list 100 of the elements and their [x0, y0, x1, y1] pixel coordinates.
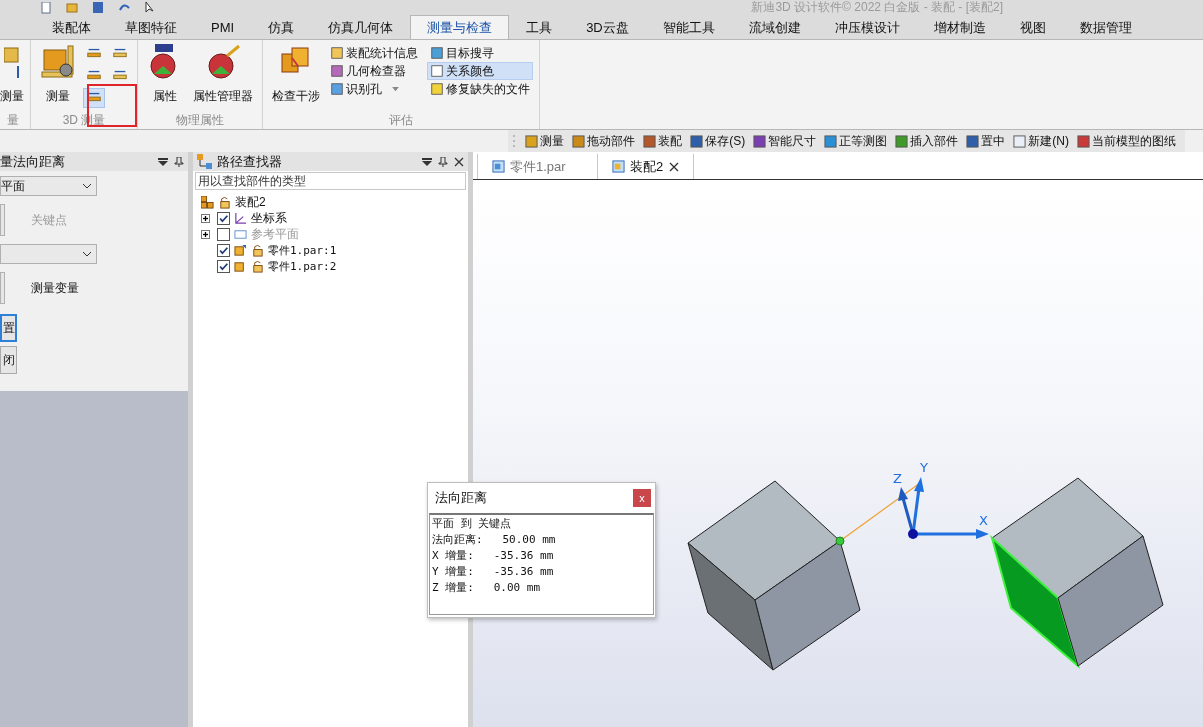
plane-icon [234, 227, 247, 241]
result-line: Z 增量: 0.00 mm [432, 580, 542, 596]
ribbon-tab[interactable]: 装配体 [35, 15, 108, 39]
close-icon[interactable] [669, 161, 679, 172]
sphere-icon [205, 44, 241, 80]
toolbar-button[interactable]: 正等测图 [821, 132, 891, 150]
properties-button[interactable]: 属性管理器 [190, 44, 256, 112]
toolbar-button[interactable]: 插入部件 [892, 132, 962, 150]
toolbar-button[interactable]: 测量 [522, 132, 568, 150]
interference-check-button[interactable]: 检查干涉 [269, 44, 323, 112]
measure-button[interactable]: 测量 [0, 44, 24, 112]
ribbon-tab[interactable]: 仿真 [251, 15, 312, 39]
panel-title: 路径查找器 [217, 152, 282, 171]
group-label: 评估 [388, 112, 414, 129]
ribbon-tab[interactable]: 冲压模设计 [817, 15, 917, 39]
ribbon-tab[interactable]: 流域创建 [731, 15, 818, 39]
ribbon-tab[interactable]: 增材制造 [916, 15, 1003, 39]
toolbar-button[interactable]: 置中 [963, 132, 1009, 150]
dialog-title: 法向距离 [435, 489, 487, 507]
visibility-checkbox[interactable] [217, 211, 230, 225]
ribbon-tab[interactable]: 工具 [509, 15, 570, 39]
document-tab[interactable]: 装配2 [597, 154, 694, 179]
toolbar-button[interactable]: 当前模型的图纸 [1074, 132, 1179, 150]
axes-icon [234, 211, 247, 225]
close-icon[interactable] [454, 156, 464, 167]
ribbon-tab[interactable]: 智能工具 [645, 15, 732, 39]
document-icon [612, 160, 625, 173]
tool-icon [1077, 134, 1090, 148]
tool-icon [643, 134, 657, 148]
visibility-checkbox[interactable] [217, 259, 230, 273]
ribbon-tab[interactable]: 3D云盘 [569, 15, 646, 39]
tree-item[interactable]: 零件1.par:1 [268, 242, 337, 258]
keypoint-marker [835, 536, 845, 546]
tool-icon [330, 46, 344, 60]
cube-ruler-icon [40, 44, 76, 80]
expand-icon[interactable] [201, 213, 210, 223]
result-line: 法向距离: 50.00 mm [432, 532, 557, 548]
tree-icon [197, 153, 213, 170]
tool-icon [572, 134, 586, 148]
pointer-icon[interactable] [144, 1, 156, 14]
tree-item[interactable]: 坐标系 [251, 209, 287, 227]
ribbon-tab[interactable]: PMI [194, 15, 252, 39]
ribbon-tab[interactable]: 草图特征 [108, 15, 194, 39]
toolbar-button[interactable]: 装配 [640, 132, 686, 150]
tool-icon [824, 134, 838, 148]
save-icon[interactable] [92, 1, 104, 14]
axis-label: Z [893, 471, 902, 486]
pin-icon[interactable] [438, 156, 448, 167]
search-field[interactable]: 用以查找部件的类型 [195, 172, 466, 190]
properties-button[interactable]: 属性 [144, 44, 186, 112]
axis-label: X [979, 513, 988, 528]
tool-icon [1013, 134, 1027, 148]
measure-tool-button[interactable] [83, 88, 105, 108]
panel-title: 量法向距离 [0, 152, 65, 171]
pin-icon[interactable] [174, 156, 184, 167]
ribbon-tab[interactable]: 测量与检查 [410, 15, 510, 39]
ribbon-list-button[interactable]: 几何检查器 [327, 62, 421, 80]
window-title: 新迪3D 设计软件© 2022 白金版 - 装配 - [装配2] [751, 0, 1003, 15]
type-dropdown[interactable]: 平面 [0, 176, 97, 196]
ribbon-list-button[interactable]: 修复缺失的文件 [427, 80, 533, 98]
panel-button[interactable]: 置 [0, 314, 17, 342]
tree-item[interactable]: 零件1.par:2 [268, 258, 337, 274]
result-line: X 增量: -35.36 mm [432, 548, 555, 564]
visibility-checkbox[interactable] [217, 243, 230, 257]
document-icon [492, 160, 505, 173]
toolbar-button[interactable]: 新建(N) [1010, 132, 1072, 150]
tool-icon [525, 134, 539, 148]
tool-icon [430, 82, 444, 96]
ribbon-list-button[interactable]: 识别孔 [327, 80, 421, 98]
chevron-down-icon [82, 183, 92, 189]
caret-icon [392, 86, 399, 92]
panel-button[interactable]: 闭 [0, 346, 17, 374]
ribbon-list-button[interactable]: 装配统计信息 [327, 44, 421, 62]
dropdown-icon[interactable] [158, 156, 168, 167]
lock-icon [251, 259, 264, 273]
tool-icon [753, 134, 767, 148]
toolbar-button[interactable]: 保存(S) [687, 132, 749, 150]
part-icon [234, 259, 247, 273]
tree-item[interactable]: 装配2 [235, 193, 266, 211]
ribbon-list-button[interactable]: 关系颜色 [427, 62, 533, 80]
axis-label: Y [920, 460, 928, 475]
new-file-icon[interactable] [40, 1, 52, 14]
dropdown-icon[interactable] [422, 156, 432, 167]
ribbon-list-button[interactable]: 目标搜寻 [427, 44, 533, 62]
tool-icon [966, 134, 980, 148]
ribbon-tab[interactable]: 仿真几何体 [311, 15, 411, 39]
toolbar-button[interactable]: 拖动部件 [569, 132, 639, 150]
tool-icon [330, 82, 344, 96]
measure-button[interactable]: 测量 [37, 44, 79, 112]
close-button[interactable]: x [633, 489, 651, 507]
keypoint-label: 关键点 [31, 211, 67, 229]
ribbon-tab[interactable]: 视图 [1002, 15, 1063, 39]
lock-icon [251, 243, 264, 257]
group-label: 量 [6, 112, 20, 129]
ribbon-tab[interactable]: 数据管理 [1062, 15, 1149, 39]
toolbar-button[interactable]: 智能尺寸 [750, 132, 820, 150]
part-icon [234, 243, 247, 257]
chevron-down-icon [82, 251, 92, 257]
lock-icon [218, 195, 231, 209]
grip-icon [512, 133, 517, 149]
